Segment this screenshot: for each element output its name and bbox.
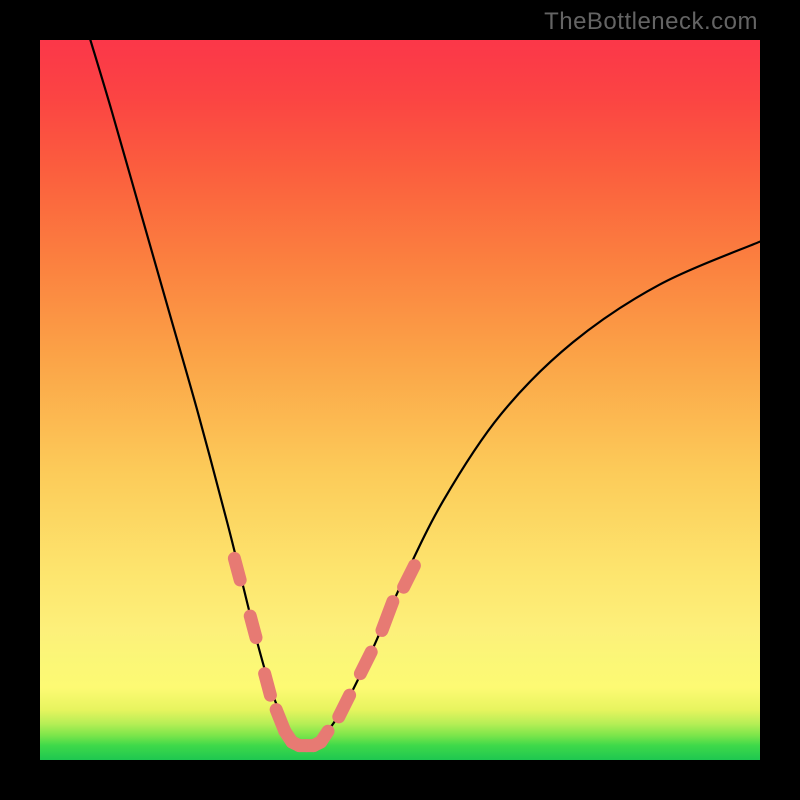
highlight-capsule xyxy=(321,731,328,742)
highlight-capsule xyxy=(265,674,271,696)
chart-frame: TheBottleneck.com xyxy=(0,0,800,800)
bottleneck-curve xyxy=(90,40,760,746)
highlight-capsule xyxy=(404,566,415,588)
highlight-markers xyxy=(234,558,414,745)
highlight-capsule xyxy=(360,652,371,674)
plot-area xyxy=(40,40,760,760)
highlight-capsule xyxy=(250,616,256,638)
watermark-text: TheBottleneck.com xyxy=(544,8,758,36)
highlight-capsule xyxy=(382,602,393,631)
highlight-capsule xyxy=(339,695,350,717)
curve-canvas xyxy=(40,40,760,760)
highlight-capsule xyxy=(234,558,240,580)
